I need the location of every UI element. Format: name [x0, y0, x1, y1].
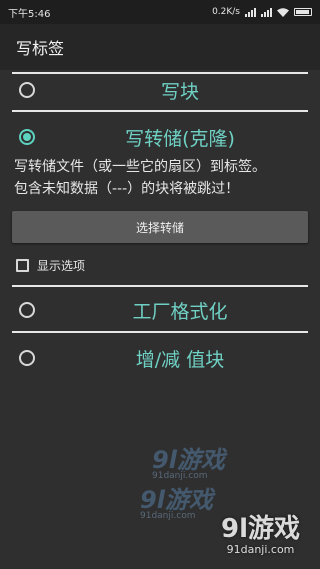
option-label-value-block: 增/减 值块: [135, 348, 225, 371]
option-factory-format[interactable]: 工厂格式化: [0, 292, 320, 328]
watermark-logo-text-main: 9l游戏: [220, 514, 300, 544]
watermark-logo-main: 9l游戏 91danji.com: [221, 508, 300, 556]
option-label-write-block: 写块: [160, 80, 199, 103]
watermark-site-main: 91danji.com: [226, 543, 295, 556]
watermark-logo-1: 9l游戏 91danji.com: [152, 440, 225, 481]
description-line-1: 写转储文件（或一些它的扇区）到标签。: [14, 159, 266, 175]
divider: [12, 331, 308, 333]
watermark-logo-2: 9l游戏 91danji.com: [140, 480, 213, 521]
divider: [12, 110, 308, 112]
wifi-icon: [277, 7, 289, 17]
status-icons: 0.2K/s: [212, 7, 312, 17]
watermark-logo-text-2: 9l游戏: [140, 486, 213, 514]
radio-value-block[interactable]: [19, 350, 35, 366]
option-write-dump[interactable]: 写转储(克隆): [0, 119, 320, 155]
battery-icon: [294, 8, 312, 16]
watermark-logo-text-1: 9l游戏: [152, 446, 225, 474]
divider: [12, 285, 308, 287]
select-dump-button[interactable]: 选择转储: [12, 211, 308, 243]
status-time: 下午5:46: [8, 8, 51, 20]
radio-factory-format[interactable]: [19, 302, 35, 318]
show-options-label: 显示选项: [37, 258, 86, 273]
status-bar: 下午5:46 0.2K/s: [0, 0, 320, 24]
signal-icon: [245, 7, 256, 17]
page-title: 写标签: [16, 39, 65, 58]
radio-write-block[interactable]: [19, 82, 35, 98]
radio-write-dump[interactable]: [19, 129, 35, 145]
option-value-block[interactable]: 增/减 值块: [0, 340, 320, 376]
app-bar: 写标签: [0, 24, 320, 70]
signal-icon-2: [261, 7, 272, 17]
description: 写转储文件（或一些它的扇区）到标签。 包含未知数据（---）的块将被跳过！: [14, 156, 314, 200]
description-line-2: 包含未知数据（---）的块将被跳过！: [14, 181, 240, 197]
option-write-block[interactable]: 写块: [0, 72, 320, 108]
show-options-checkbox[interactable]: [16, 258, 29, 272]
option-label-factory-format: 工厂格式化: [132, 300, 228, 323]
option-label-write-dump: 写转储(克隆): [125, 127, 235, 150]
net-speed: 0.2K/s: [212, 7, 240, 17]
show-options-row[interactable]: 显示选项: [16, 255, 85, 275]
